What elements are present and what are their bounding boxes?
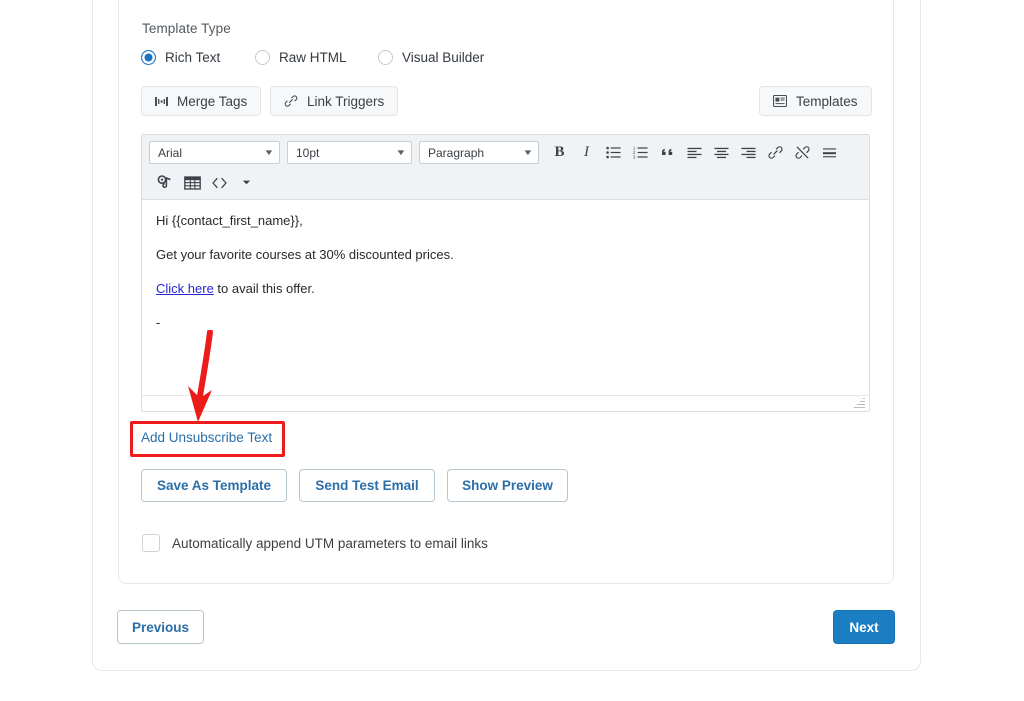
body-line-signature: - (156, 314, 161, 330)
rich-text-editor: Arial ▼ 10pt ▼ Paragraph ▼ B I 1 2 3 Hi … (141, 134, 870, 412)
next-button[interactable]: Next (833, 610, 895, 644)
align-center-icon[interactable] (708, 141, 735, 164)
align-right-icon[interactable] (735, 141, 762, 164)
font-size-value: 10pt (296, 145, 320, 160)
italic-icon[interactable]: I (573, 141, 600, 164)
utm-checkbox-label: Automatically append UTM parameters to e… (172, 535, 488, 551)
font-size-select[interactable]: 10pt ▼ (287, 141, 412, 164)
body-click-here-link[interactable]: Click here (156, 281, 214, 296)
radio-label: Visual Builder (402, 50, 485, 65)
email-body-content[interactable]: Hi {{contact_first_name}}, Get your favo… (142, 200, 869, 411)
insert-table-icon[interactable] (179, 171, 206, 194)
more-options-icon[interactable] (233, 171, 260, 194)
radio-indicator (141, 50, 156, 65)
show-preview-button[interactable]: Show Preview (447, 469, 568, 502)
font-family-value: Arial (158, 145, 183, 160)
body-line-greeting: Hi {{contact_first_name}}, (156, 213, 303, 228)
body-cta-rest: to avail this offer. (213, 280, 315, 296)
templates-icon (773, 95, 787, 107)
utm-checkbox-row[interactable]: Automatically append UTM parameters to e… (142, 534, 488, 552)
svg-text:3: 3 (633, 155, 636, 159)
resize-grip-icon[interactable] (854, 397, 865, 408)
body-line-offer: Get your favorite courses at 30% discoun… (156, 246, 454, 262)
bold-icon[interactable]: B (546, 141, 573, 164)
merge-tags-button[interactable]: Merge Tags (141, 86, 262, 116)
radio-option-raw-html[interactable]: Raw HTML (255, 50, 347, 65)
unlink-icon[interactable] (789, 141, 816, 164)
radio-indicator (255, 50, 270, 65)
body-line-cta: Click here to avail this offer. (156, 280, 855, 299)
insert-link-icon[interactable] (762, 141, 789, 164)
radio-option-rich-text[interactable]: Rich Text (141, 50, 220, 65)
previous-button[interactable]: Previous (117, 610, 204, 644)
link-icon (284, 94, 298, 108)
save-as-template-button[interactable]: Save As Template (141, 469, 287, 502)
link-triggers-button[interactable]: Link Triggers (270, 86, 399, 116)
paragraph-format-select[interactable]: Paragraph ▼ (419, 141, 539, 164)
editor-toolbar: Arial ▼ 10pt ▼ Paragraph ▼ B I 1 2 3 (142, 135, 869, 200)
add-unsubscribe-text-link[interactable]: Add Unsubscribe Text (141, 430, 272, 445)
align-left-icon[interactable] (681, 141, 708, 164)
radio-label: Rich Text (165, 50, 221, 65)
link-triggers-label: Link Triggers (307, 93, 385, 109)
chevron-down-icon: ▼ (395, 148, 407, 157)
merge-tags-label: Merge Tags (177, 93, 248, 109)
horizontal-rule-icon[interactable] (816, 141, 843, 164)
chevron-down-icon: ▼ (263, 148, 275, 157)
merge-tags-icon (155, 96, 168, 107)
templates-button[interactable]: Templates (759, 86, 872, 116)
chevron-down-icon: ▼ (522, 148, 534, 157)
source-code-icon[interactable] (206, 171, 233, 194)
font-family-select[interactable]: Arial ▼ (149, 141, 280, 164)
radio-label: Raw HTML (279, 50, 347, 65)
radio-indicator (378, 50, 393, 65)
insert-image-icon[interactable] (152, 171, 179, 194)
editor-status-bar (142, 395, 869, 411)
paragraph-format-value: Paragraph (428, 145, 485, 160)
template-type-label: Template Type (142, 21, 231, 36)
utm-checkbox[interactable] (142, 534, 160, 552)
page-root: Template Type Rich Text Raw HTML Visual … (0, 0, 1024, 701)
radio-option-visual-builder[interactable]: Visual Builder (378, 50, 484, 65)
numbered-list-icon[interactable]: 1 2 3 (627, 141, 654, 164)
bullet-list-icon[interactable] (600, 141, 627, 164)
templates-label: Templates (796, 93, 858, 109)
blockquote-icon[interactable] (654, 141, 681, 164)
send-test-email-button[interactable]: Send Test Email (299, 469, 435, 502)
